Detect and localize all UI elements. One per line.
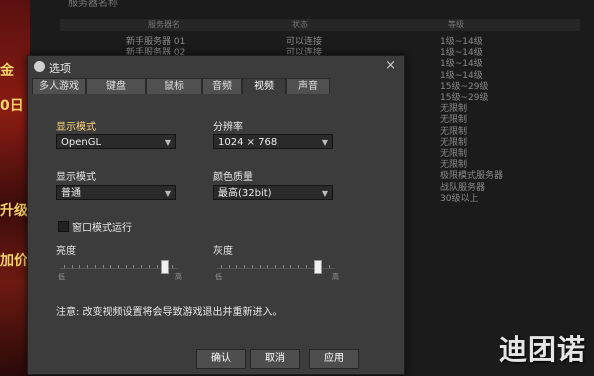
display-mode-value-2: 普通 — [61, 188, 81, 199]
ok-button[interactable]: 确认 — [196, 349, 246, 369]
column-header[interactable]: 服务器名 — [148, 19, 180, 30]
promo-text: 金 — [0, 63, 14, 79]
slider-min-label: 低 — [58, 273, 65, 281]
tab-sound[interactable]: 声音 — [286, 78, 330, 94]
color-quality-label: 颜色质量 — [213, 172, 253, 183]
video-settings-panel: 显示模式 OpenGL ▼ 分辨率 1024 × 768 ▼ 显示模式 普通 ▼… — [34, 94, 398, 368]
dialog-titlebar[interactable]: 选项 × — [28, 56, 404, 76]
close-icon[interactable]: × — [385, 58, 396, 73]
cancel-button[interactable]: 取消 — [250, 349, 300, 369]
tab-mouse[interactable]: 鼠标 — [146, 78, 202, 94]
slider-tick — [141, 265, 142, 268]
slider-tick — [149, 265, 150, 268]
slider-tick — [103, 265, 104, 268]
slider-tick — [133, 265, 134, 268]
promo-text: 加价 — [0, 253, 28, 269]
chevron-down-icon: ▼ — [164, 138, 171, 147]
slider-thumb[interactable] — [161, 260, 169, 274]
windowed-label: 窗口模式运行 — [72, 223, 132, 234]
slider-tick — [157, 265, 158, 268]
slider-tick — [329, 265, 330, 268]
display-mode-label-2: 显示模式 — [56, 172, 96, 183]
resolution-label: 分辨率 — [213, 122, 243, 133]
display-mode-select-2[interactable]: 普通 ▼ — [56, 185, 176, 200]
slider-max-label: 高 — [332, 273, 339, 281]
windowed-checkbox[interactable] — [58, 221, 69, 232]
column-header[interactable]: 等级 — [448, 19, 464, 30]
chevron-down-icon: ▼ — [321, 189, 328, 198]
slider-tick — [236, 265, 237, 268]
display-mode-label: 显示模式 — [56, 122, 96, 133]
tab-bar: 多人游戏 键盘 鼠标 音频 视频 声音 — [32, 78, 396, 95]
slider-tick — [298, 265, 299, 268]
slider-min-label: 低 — [215, 273, 222, 281]
slider-tick — [306, 265, 307, 268]
brightness-label: 亮度 — [56, 246, 76, 257]
display-mode-value: OpenGL — [61, 137, 102, 148]
color-quality-value: 最高(32bit) — [218, 188, 272, 199]
resolution-value: 1024 × 768 — [218, 137, 278, 148]
watermark: 迪团诺 — [498, 333, 586, 366]
options-dialog: 选项 × 多人游戏 键盘 鼠标 音频 视频 声音 显示模式 OpenGL ▼ 分… — [27, 55, 405, 375]
slider-tick — [244, 265, 245, 268]
brightness-slider[interactable]: 低 高 — [58, 260, 182, 281]
slider-thumb[interactable] — [314, 260, 322, 274]
promo-banner: 金 0日 升级 加价 — [0, 0, 30, 376]
gamma-slider[interactable]: 低 高 — [215, 260, 339, 281]
tab-audio[interactable]: 音频 — [202, 78, 242, 94]
slider-tick — [172, 265, 173, 268]
slider-tick — [275, 265, 276, 268]
slider-tick — [87, 265, 88, 268]
slider-tick — [221, 265, 222, 268]
promo-text: 0日 — [0, 98, 24, 114]
slider-tick — [79, 265, 80, 268]
column-header[interactable]: 状态 — [292, 19, 308, 30]
server-list-header: 服务器名 状态 等级 — [60, 19, 580, 31]
slider-tick — [64, 265, 65, 268]
slider-max-label: 高 — [175, 273, 182, 281]
video-change-note: 注意: 改变视频设置将会导致游戏退出并重新进入。 — [56, 307, 283, 318]
chevron-down-icon: ▼ — [164, 189, 171, 198]
slider-tick — [283, 265, 284, 268]
server-row[interactable]: 新手服务器 01 可以连接 1级~14级 — [60, 34, 580, 47]
color-quality-select[interactable]: 最高(32bit) ▼ — [213, 185, 333, 200]
steam-icon — [34, 61, 45, 72]
slider-tick — [260, 265, 261, 268]
slider-tick — [267, 265, 268, 268]
display-mode-select[interactable]: OpenGL ▼ — [56, 134, 176, 149]
promo-text: 升级 — [0, 203, 28, 219]
slider-tick — [229, 265, 230, 268]
slider-tick — [72, 265, 73, 268]
slider-tick — [126, 265, 127, 268]
server-list-title: 服务器名称 — [68, 0, 118, 9]
server-level: 30级以上 — [440, 193, 479, 204]
slider-tick — [290, 265, 291, 268]
gamma-label: 灰度 — [213, 246, 233, 257]
tab-multiplayer[interactable]: 多人游戏 — [32, 78, 86, 94]
dialog-title: 选项 — [49, 62, 71, 75]
tab-keyboard[interactable]: 键盘 — [86, 78, 146, 94]
chevron-down-icon: ▼ — [321, 138, 328, 147]
slider-tick — [95, 265, 96, 268]
resolution-select[interactable]: 1024 × 768 ▼ — [213, 134, 333, 149]
tab-video[interactable]: 视频 — [242, 78, 286, 95]
slider-tick — [118, 265, 119, 268]
slider-tick — [110, 265, 111, 268]
slider-tick — [252, 265, 253, 268]
apply-button[interactable]: 应用 — [309, 349, 359, 369]
